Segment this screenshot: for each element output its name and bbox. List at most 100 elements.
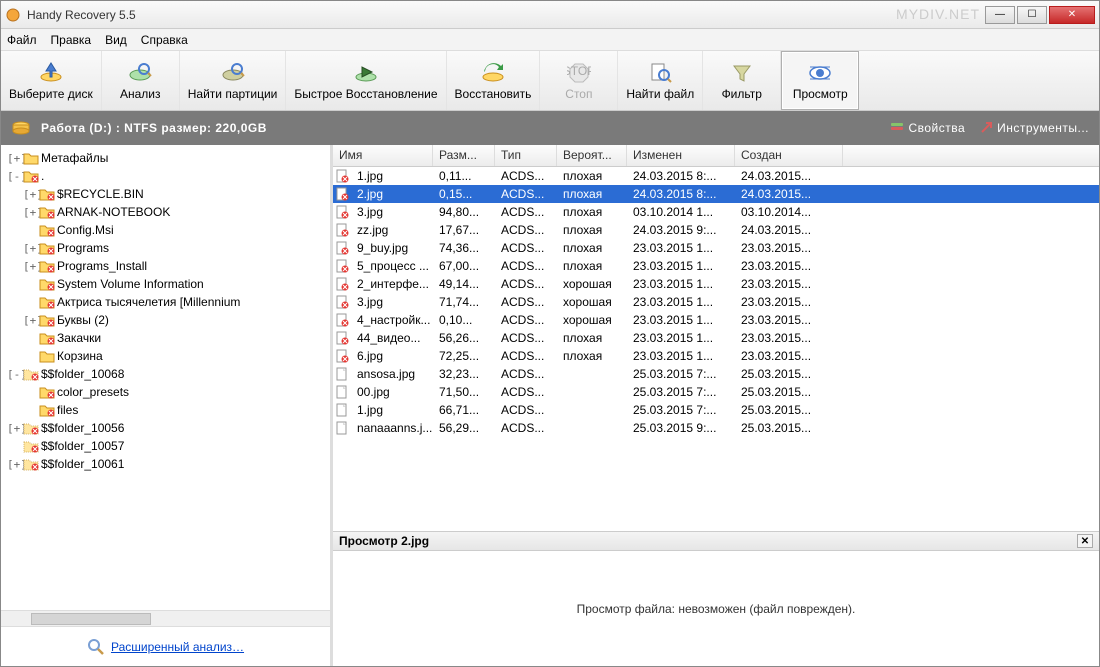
table-row[interactable]: nanaaanns.j...56,29...ACDS...25.03.2015 … (333, 419, 1099, 437)
tree-item[interactable]: color_presets (5, 383, 330, 401)
menu-help[interactable]: Справка (141, 33, 188, 47)
tree-twisty[interactable]: [+] (7, 458, 21, 471)
tree-twisty[interactable]: [+] (23, 260, 37, 273)
table-row[interactable]: 3.jpg71,74...ACDS...хорошая23.03.2015 1.… (333, 293, 1099, 311)
table-row[interactable]: ansosa.jpg32,23...ACDS...25.03.2015 7:..… (333, 365, 1099, 383)
table-row[interactable]: zz.jpg17,67...ACDS...плохая24.03.2015 9:… (333, 221, 1099, 239)
minimize-button[interactable]: — (985, 6, 1015, 24)
menu-edit[interactable]: Правка (51, 33, 92, 47)
tree-twisty[interactable]: [+] (23, 314, 37, 327)
toolbar-select-disk[interactable]: Выберите диск (1, 51, 102, 110)
preview-close-button[interactable]: ✕ (1077, 534, 1093, 548)
tree-twisty[interactable]: [+] (7, 422, 21, 435)
table-row[interactable]: 1.jpg66,71...ACDS...25.03.2015 7:...25.0… (333, 401, 1099, 419)
table-row[interactable]: 1.jpg0,11...ACDS...плохая24.03.2015 8:..… (333, 167, 1099, 185)
cell-type: ACDS... (495, 168, 557, 184)
drive-icon (11, 118, 31, 138)
tree-item[interactable]: [+]$$folder_10061 (5, 455, 330, 473)
tree-label: Буквы (2) (57, 313, 109, 327)
table-row[interactable]: 3.jpg94,80...ACDS...плохая03.10.2014 1..… (333, 203, 1099, 221)
col-created[interactable]: Создан (735, 145, 843, 166)
cell-name: 9_buy.jpg (351, 240, 433, 256)
cell-created: 24.03.2015... (735, 168, 843, 184)
tree-item[interactable]: [+]$RECYCLE.BIN (5, 185, 330, 203)
tree-twisty[interactable]: [+] (7, 152, 21, 165)
tree-item[interactable]: Корзина (5, 347, 330, 365)
table-row[interactable]: 2_интерфе...49,14...ACDS...хорошая23.03.… (333, 275, 1099, 293)
cell-probability: хорошая (557, 276, 627, 292)
tree-item[interactable]: $$folder_10057 (5, 437, 330, 455)
toolbar-preview[interactable]: Просмотр (781, 51, 859, 110)
tree-item[interactable]: Закачки (5, 329, 330, 347)
find-file-icon (648, 61, 672, 85)
cell-created: 23.03.2015... (735, 258, 843, 274)
tree-item[interactable]: files (5, 401, 330, 419)
col-name[interactable]: Имя (333, 145, 433, 166)
folder-tree[interactable]: [+]Метафайлы[-].[+]$RECYCLE.BIN[+]ARNAK-… (1, 145, 330, 610)
toolbar-label: Анализ (120, 87, 161, 101)
cell-size: 56,26... (433, 330, 495, 346)
toolbar-recover[interactable]: Восстановить (447, 51, 541, 110)
toolbar-analyze[interactable]: Анализ (102, 51, 180, 110)
tree-twisty[interactable]: [-] (7, 368, 21, 381)
table-row[interactable]: 44_видео...56,26...ACDS...плохая23.03.20… (333, 329, 1099, 347)
tree-item[interactable]: [+]Programs_Install (5, 257, 330, 275)
table-row[interactable]: 00.jpg71,50...ACDS...25.03.2015 7:...25.… (333, 383, 1099, 401)
tree-twisty[interactable]: [+] (23, 242, 37, 255)
tree-hscrollbar[interactable] (1, 610, 330, 626)
col-probability[interactable]: Вероят... (557, 145, 627, 166)
toolbar-quick-recovery[interactable]: Быстрое Восстановление (286, 51, 446, 110)
tree-label: $$folder_10068 (41, 367, 124, 381)
close-button[interactable]: ✕ (1049, 6, 1095, 24)
table-row[interactable]: 5_процесс ...67,00...ACDS...плохая23.03.… (333, 257, 1099, 275)
tree-item[interactable]: Актриса тысячелетия [Millennium (5, 293, 330, 311)
tree-label: $$folder_10057 (41, 439, 124, 453)
menu-file[interactable]: Файл (7, 33, 37, 47)
file-grid-body[interactable]: 1.jpg0,11...ACDS...плохая24.03.2015 8:..… (333, 167, 1099, 531)
tools-button[interactable]: Инструменты... (979, 121, 1089, 135)
cell-type: ACDS... (495, 384, 557, 400)
tree-twisty[interactable]: [-] (7, 170, 21, 183)
tree-item[interactable]: [-] $$folder_10068 (5, 365, 330, 383)
properties-button[interactable]: Свойства (890, 121, 965, 135)
folder-icon (39, 384, 55, 400)
folder-icon (23, 438, 39, 454)
table-row[interactable]: 9_buy.jpg74,36...ACDS...плохая23.03.2015… (333, 239, 1099, 257)
folder-icon (39, 204, 55, 220)
table-row[interactable]: 2.jpg0,15...ACDS...плохая24.03.2015 8:..… (333, 185, 1099, 203)
tree-item[interactable]: Config.Msi (5, 221, 330, 239)
cell-type: ACDS... (495, 186, 557, 202)
file-icon (335, 313, 349, 327)
tree-item[interactable]: [+]ARNAK-NOTEBOOK (5, 203, 330, 221)
cell-modified: 23.03.2015 1... (627, 348, 735, 364)
folder-icon (39, 240, 55, 256)
toolbar-filter[interactable]: Фильтр (703, 51, 781, 110)
col-size[interactable]: Разм... (433, 145, 495, 166)
tree-label: Config.Msi (57, 223, 114, 237)
cell-size: 49,14... (433, 276, 495, 292)
table-row[interactable]: 6.jpg72,25...ACDS...плохая23.03.2015 1..… (333, 347, 1099, 365)
tree-twisty[interactable]: [+] (23, 206, 37, 219)
recover-icon (481, 61, 505, 85)
tree-item[interactable]: [+]Метафайлы (5, 149, 330, 167)
tree-item[interactable]: [-]. (5, 167, 330, 185)
folder-icon (39, 294, 55, 310)
titlebar[interactable]: Handy Recovery 5.5 MYDIV.NET — ☐ ✕ (1, 1, 1099, 29)
table-row[interactable]: 4_настройк...0,10...ACDS...хорошая23.03.… (333, 311, 1099, 329)
tree-item[interactable]: [+] Буквы (2) (5, 311, 330, 329)
menu-view[interactable]: Вид (105, 33, 127, 47)
tree-item[interactable]: System Volume Information (5, 275, 330, 293)
tree-twisty[interactable]: [+] (23, 188, 37, 201)
cell-name: 1.jpg (351, 168, 433, 184)
maximize-button[interactable]: ☐ (1017, 6, 1047, 24)
tree-item[interactable]: [+]$$folder_10056 (5, 419, 330, 437)
tree-item[interactable]: [+]Programs (5, 239, 330, 257)
file-icon (335, 241, 349, 255)
col-type[interactable]: Тип (495, 145, 557, 166)
extended-analysis-link[interactable]: Расширенный анализ… (87, 638, 244, 656)
toolbar-find-partitions[interactable]: Найти партиции (180, 51, 287, 110)
col-modified[interactable]: Изменен (627, 145, 735, 166)
toolbar-find-file[interactable]: Найти файл (618, 51, 703, 110)
cell-name: 2_интерфе... (351, 276, 433, 292)
preview-title: Просмотр 2.jpg (339, 534, 429, 548)
